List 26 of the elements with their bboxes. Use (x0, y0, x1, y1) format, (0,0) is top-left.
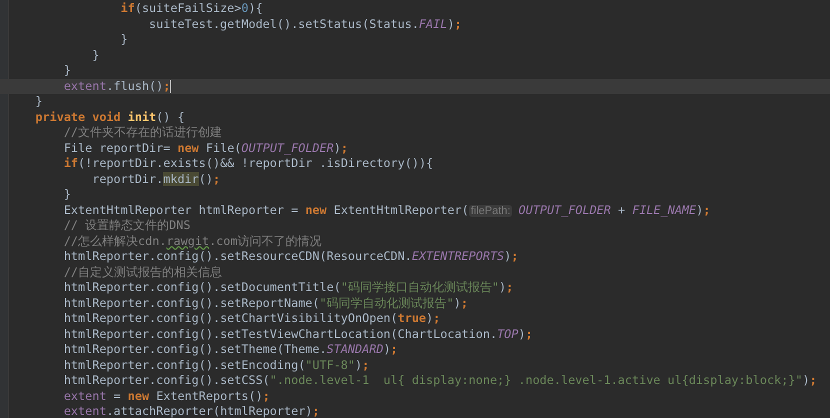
code-line: } (91, 48, 100, 63)
code-line: // 设置静态文件的DNS (62, 218, 192, 234)
code-line: } (120, 32, 129, 48)
code-line: //怎么样解决cdn.rawgit.com访问不了的情况 (62, 234, 322, 249)
code-line: reportDir.mkdir(); (91, 172, 222, 187)
code-line: htmlReporter.config().setReportName("码同学自动化测试报告"); (62, 296, 469, 311)
code-line: } (62, 63, 72, 78)
code-line: extent = new ExtentReports(); (62, 388, 271, 404)
code-line: if(!reportDir.exists()&& !reportDir .isDirectory()){ (62, 156, 434, 172)
code-line: //自定义测试报告的相关信息 (62, 264, 224, 280)
code-line: htmlReporter.config().setDocumentTitle("码同学接口自动化测试报告"); (62, 280, 514, 296)
code-line: htmlReporter.config().setTestViewChartLocation(ChartLocation.TOP); (62, 326, 534, 342)
code-line: ExtentHtmlReporter htmlReporter = new ExtentHtmlReporter( filePath: OUTPUT_FOLDER + FILE_NAME); (62, 202, 712, 218)
code-line: //文件夹不存在的话进行创建 (62, 125, 224, 140)
code-line: } (34, 94, 44, 110)
code-line: suiteTest.getModel().setStatus(Status.FAIL); (148, 16, 463, 32)
code-line: extent.attachReporter(htmlReporter); (62, 404, 321, 418)
code-line: private void init() { (34, 110, 186, 125)
code-line: } (62, 187, 72, 202)
code-line: htmlReporter.config().setChartVisibilityOnOpen(true); (62, 311, 442, 326)
code-line: htmlReporter.config().setResourceCDN(ResourceCDN.EXTENTREPORTS); (62, 249, 520, 264)
code-line: if(suiteFailSize>0){ (120, 1, 264, 16)
code-line: htmlReporter.config().setCSS(".node.level-1 ul{ display:none;} .node.level-1.active ul{display:block;}"); (62, 373, 818, 388)
code-line: File reportDir= new File(OUTPUT_FOLDER); (62, 140, 349, 156)
code-line: htmlReporter.config().setEncoding("UTF-8"); (62, 358, 370, 373)
code-line: htmlReporter.config().setTheme(Theme.STANDARD); (62, 342, 399, 358)
